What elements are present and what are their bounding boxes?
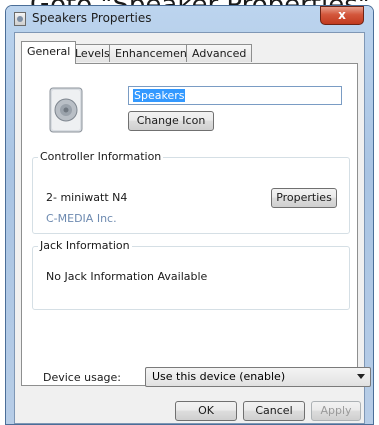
jack-information-label: Jack Information xyxy=(38,239,132,252)
change-icon-button[interactable]: Change Icon xyxy=(128,111,214,131)
general-tab-panel: Speakers Change Icon Controller Informat… xyxy=(21,63,358,386)
chevron-down-icon xyxy=(357,374,365,379)
device-usage-selected: Use this device (enable) xyxy=(152,370,286,383)
device-name-value: Speakers xyxy=(133,89,186,102)
device-name-field[interactable]: Speakers xyxy=(128,86,342,105)
speakers-properties-window: Speakers Properties x General Levels Enh… xyxy=(6,6,373,424)
tab-advanced[interactable]: Advanced xyxy=(186,44,253,62)
speaker-device-icon xyxy=(49,87,83,133)
device-usage-dropdown[interactable]: Use this device (enable) xyxy=(145,367,371,387)
speaker-properties-icon xyxy=(14,12,26,26)
tab-general[interactable]: General xyxy=(21,41,77,64)
controller-vendor: C-MEDIA Inc. xyxy=(46,212,117,225)
jack-information-status: No Jack Information Available xyxy=(46,270,208,283)
window-title: Speakers Properties xyxy=(32,11,152,25)
properties-button[interactable]: Properties xyxy=(271,188,337,208)
dialog-client-area: General Levels Enhancements Advanced Spe… xyxy=(14,32,371,424)
cancel-button[interactable]: Cancel xyxy=(243,401,305,421)
controller-information-label: Controller Information xyxy=(38,150,164,163)
device-usage-label: Device usage: xyxy=(43,371,122,384)
apply-button[interactable]: Apply xyxy=(311,401,361,421)
close-button[interactable]: x xyxy=(320,6,364,25)
controller-device-name: 2- miniwatt N4 xyxy=(46,191,128,204)
title-bar[interactable]: Speakers Properties x xyxy=(6,6,373,32)
ok-button[interactable]: OK xyxy=(175,401,237,421)
